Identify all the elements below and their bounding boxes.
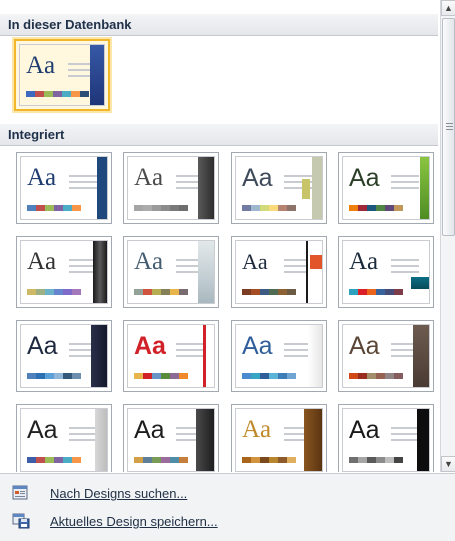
theme-accent [97,157,107,219]
save-design-label: Aktuelles Design speichern... [50,513,218,529]
theme-accent [413,325,429,387]
theme-sample-text: Aa [242,416,272,443]
gallery-footer: Nach Designs suchen... Aktuelles Design … [0,473,455,541]
theme-thumbnail-current[interactable]: Aa [14,39,110,111]
scroll-down-button[interactable]: ▼ [441,456,455,472]
theme-sample-text: Aa [134,332,166,360]
theme-swatches [134,205,188,211]
theme-accent [203,325,206,387]
theme-swatches [349,457,403,463]
theme-accent [91,325,107,387]
theme-thumbnail-3-1[interactable]: Aa [16,320,112,392]
theme-thumbnail-2-1[interactable]: Aa [16,236,112,308]
theme-lines [69,427,97,445]
theme-lines [391,175,419,193]
theme-swatches [242,289,296,295]
theme-sample-text: Aa [27,332,58,360]
section-header-database: In dieser Datenbank [0,14,438,36]
theme-sample-text: Aa [134,248,164,275]
save-design-icon [12,513,30,529]
theme-lines [391,427,419,445]
theme-accent-block [302,179,310,199]
theme-accent [196,409,214,471]
theme-sample-text: Aa [242,164,273,192]
theme-accent [306,241,322,303]
theme-accent [304,409,322,471]
theme-sample-text: Aa [134,416,165,444]
theme-swatches [242,457,296,463]
theme-swatches [27,457,81,463]
theme-accent [417,409,429,471]
theme-lines [391,259,419,277]
theme-sample-text: Aa [27,248,57,275]
search-designs-command[interactable]: Nach Designs suchen... [12,479,187,507]
theme-thumbnail-4-1[interactable]: Aa [16,404,112,472]
theme-swatches [27,373,81,379]
theme-thumbnail-2-3[interactable]: Aa [231,236,327,308]
theme-swatches [134,373,188,379]
scroll-up-button[interactable]: ▲ [441,0,455,16]
theme-accent [420,157,429,219]
theme-swatches [349,289,403,295]
theme-swatches [242,205,296,211]
theme-accent [308,325,322,387]
theme-accent [93,241,107,303]
theme-thumbnail-3-2[interactable]: Aa [123,320,219,392]
theme-swatches [349,373,403,379]
theme-thumbnail-2-2[interactable]: Aa [123,236,219,308]
vertical-scrollbar[interactable]: ▲ ▼ [440,0,455,472]
theme-sample-text: Aa [134,164,164,191]
theme-thumbnail-3-3[interactable]: Aa [231,320,327,392]
theme-accent [90,45,104,105]
theme-swatches [349,205,403,211]
theme-thumbnail-aspekt[interactable]: Aa [338,152,434,224]
theme-swatches [26,91,89,97]
theme-thumbnail-3-4[interactable]: Aa [338,320,434,392]
theme-accent [95,409,107,471]
search-designs-label: Nach Designs suchen... [50,485,188,501]
theme-thumbnail-office[interactable]: Aa [16,152,112,224]
theme-accent [198,241,214,303]
theme-sample-text: Aa [26,52,56,79]
theme-thumbnail-4-3[interactable]: Aa [231,404,327,472]
section-header-builtin: Integriert [0,124,438,146]
theme-accent [312,157,322,219]
theme-thumbnail-2-4[interactable]: Aa [338,236,434,308]
theme-thumbnail-design[interactable]: Aa [123,152,219,224]
theme-gallery: In dieser Datenbank Aa Integriert Aa Aa … [0,0,438,472]
theme-sample-text: Aa [349,164,380,192]
theme-sample-text: Aa [349,248,379,275]
scroll-thumb[interactable] [442,18,455,236]
theme-accent-block [411,277,429,289]
theme-sample-text: Aa [349,332,380,360]
theme-thumbnail-4-4[interactable]: Aa [338,404,434,472]
theme-swatches [134,457,188,463]
theme-sample-text: Aa [349,416,380,444]
theme-swatches [134,289,188,295]
search-designs-icon [12,485,30,501]
theme-lines [176,343,204,361]
theme-swatches [27,205,81,211]
theme-sample-text: Aa [27,416,58,444]
theme-thumbnail-4-2[interactable]: Aa [123,404,219,472]
theme-lines [69,175,97,193]
theme-sample-text: Aa [242,332,273,360]
theme-sample-text: Aa [242,249,268,274]
theme-accent [198,157,214,219]
save-design-command[interactable]: Aktuelles Design speichern... [12,507,218,535]
theme-thumbnail-ursprung[interactable]: Aa [231,152,327,224]
theme-swatches [242,373,296,379]
theme-swatches [27,289,81,295]
theme-sample-text: Aa [27,164,57,191]
theme-accent-block [310,255,322,269]
